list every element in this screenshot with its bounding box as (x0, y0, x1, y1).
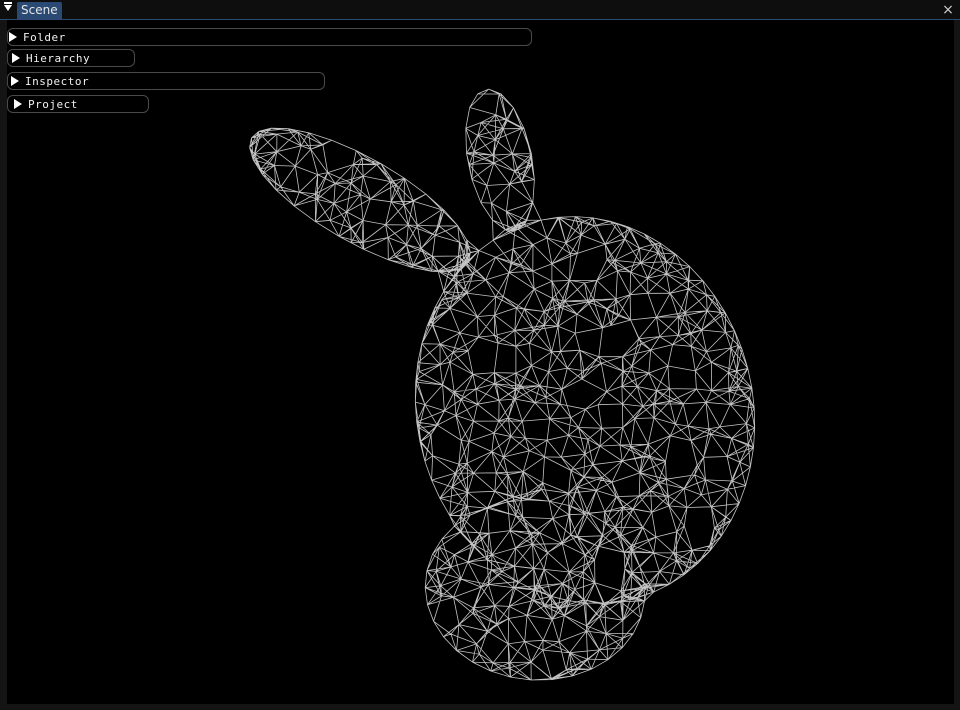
panel-hierarchy-header[interactable]: Hierarchy (7, 49, 135, 67)
panel-inspector-label: Inspector (25, 75, 90, 88)
collapsed-triangle-icon (12, 53, 20, 63)
panel-inspector-header[interactable]: Inspector (7, 72, 325, 90)
frame-bottom (0, 704, 960, 710)
frame-right (954, 20, 960, 710)
scene-window: Scene × Folder Hierarchy Inspector Proje… (0, 0, 960, 710)
collapsed-triangle-icon (9, 32, 17, 42)
mesh-edges (249, 88, 756, 681)
panel-project-label: Project (28, 98, 78, 111)
panel-folder-label: Folder (23, 31, 66, 44)
panel-hierarchy-label: Hierarchy (26, 52, 91, 65)
collapsed-triangle-icon (14, 99, 22, 109)
collapsed-triangle-icon (11, 76, 19, 86)
panel-folder-header[interactable]: Folder (7, 28, 532, 46)
panel-project-header[interactable]: Project (7, 95, 149, 113)
frame-left (0, 20, 7, 710)
